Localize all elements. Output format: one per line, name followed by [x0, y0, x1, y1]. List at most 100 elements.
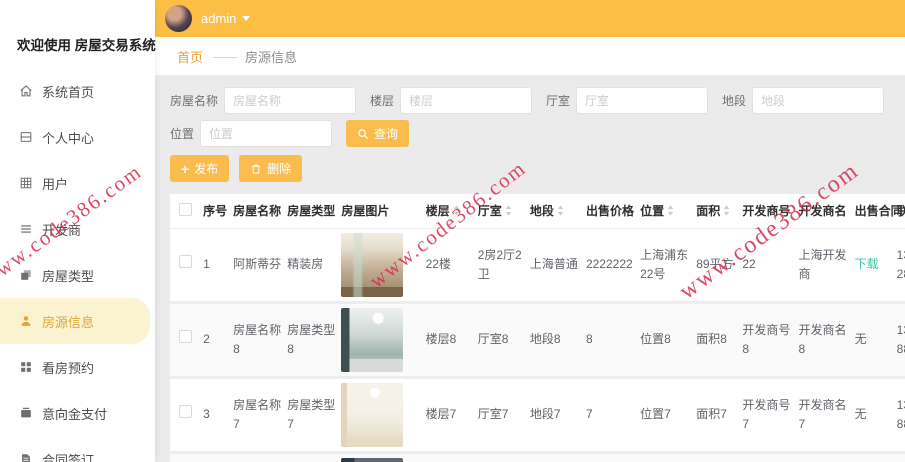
table-row: 2 房屋名称8 房屋类型8 楼层8 厅室8 地段8 8 位置8 面积8 开发商号…	[170, 302, 905, 379]
floor-input[interactable]	[400, 87, 533, 114]
payment-icon	[19, 406, 33, 420]
col-rooms[interactable]: 厅室	[474, 194, 527, 229]
col-floor[interactable]: 楼层	[422, 194, 475, 229]
house-type-icon	[19, 268, 33, 282]
chevron-down-icon	[242, 16, 251, 21]
cell-developer-name: 开发商名8	[795, 302, 852, 379]
col-district[interactable]: 地段	[526, 194, 583, 229]
col-developer-no: 开发商号	[739, 194, 796, 229]
sidebar-item-system-home[interactable]: 系统首页	[0, 68, 155, 114]
table-row: 房屋名称 房屋类型 开发商号 开发商名 13	[170, 452, 905, 462]
district-input[interactable]	[752, 87, 885, 114]
download-contract-link[interactable]: 下载	[855, 257, 879, 271]
house-photo[interactable]	[341, 232, 404, 297]
cell-district: 上海普通	[526, 228, 583, 304]
cell-rooms: 厅室7	[474, 377, 527, 454]
cell-floor	[422, 452, 475, 462]
search-button[interactable]: 查询	[346, 120, 410, 147]
app-title: 欢迎使用 房屋交易系统	[17, 38, 156, 53]
cell-price: 2222222	[582, 228, 638, 304]
row-checkbox[interactable]	[178, 255, 192, 269]
sidebar: 欢迎使用 房屋交易系统 系统首页 个人中心 用户 开发商 房屋类型 房源信息 看…	[0, 0, 156, 462]
field-floor: 楼层	[370, 87, 533, 114]
cell-developer-name: 开发商名	[795, 452, 852, 462]
cell-seq: 3	[200, 377, 231, 454]
cell-rooms: 厅室8	[474, 302, 527, 379]
cell-phone: 1388	[893, 302, 905, 379]
username: admin	[201, 11, 237, 26]
col-contract: 出售合同	[851, 194, 903, 229]
sidebar-item-label: 个人中心	[42, 130, 95, 146]
location-input[interactable]	[200, 120, 333, 147]
sidebar-item-users[interactable]: 用户	[0, 160, 155, 206]
search-form-row-1: 房屋名称 楼层 厅室 地段	[170, 87, 905, 114]
sidebar-item-label: 系统首页	[42, 84, 95, 100]
sidebar-item-developer[interactable]: 开发商	[0, 206, 155, 252]
cell-house-type: 精装房	[284, 228, 339, 304]
sidebar-item-label: 合同签订	[42, 452, 95, 462]
topbar: admin	[155, 0, 905, 37]
publish-button[interactable]: + 发布	[170, 155, 230, 182]
sidebar-item-listings[interactable]: 房源信息	[0, 298, 150, 344]
col-house-image: 房屋图片	[338, 194, 423, 229]
sort-icon[interactable]	[453, 205, 460, 216]
col-house-type: 房屋类型	[284, 194, 339, 229]
cell-rooms	[474, 452, 527, 462]
listing-person-icon	[19, 314, 33, 328]
house-photo[interactable]	[341, 382, 404, 447]
rooms-input[interactable]	[576, 87, 709, 114]
sidebar-item-label: 意向金支付	[42, 406, 108, 422]
cell-price: 8	[582, 302, 638, 379]
select-all-checkbox[interactable]	[178, 202, 192, 216]
cell-house-type: 房屋类型	[284, 452, 339, 462]
main-content: 房屋名称 楼层 厅室 地段 位置 查询 + 发布	[155, 75, 905, 462]
cell-area	[693, 452, 740, 462]
delete-button[interactable]: 删除	[239, 155, 303, 182]
cell-seq: 2	[200, 302, 231, 379]
cell-developer-name: 上海开发商	[795, 228, 852, 304]
toolbar: + 发布 删除	[170, 155, 905, 182]
sort-icon[interactable]	[723, 205, 730, 216]
cell-house-name: 房屋名称	[230, 452, 285, 462]
cell-phone: 1388	[893, 377, 905, 454]
breadcrumb-home[interactable]: 首页	[177, 47, 203, 66]
house-photo[interactable]	[341, 307, 404, 372]
cell-district	[526, 452, 583, 462]
sort-icon[interactable]	[557, 205, 564, 216]
cell-district: 地段7	[526, 377, 583, 454]
sidebar-item-label: 看房预约	[42, 360, 95, 376]
breadcrumb-current: 房源信息	[245, 49, 298, 65]
trash-icon	[252, 164, 261, 174]
col-location[interactable]: 位置	[637, 194, 694, 229]
house-photo[interactable]	[341, 457, 404, 462]
listings-table-wrap: 序号 房屋名称 房屋类型 房屋图片 楼层 厅室 地段 出售价格 位置 面积 开发…	[170, 194, 905, 462]
breadcrumb-separator: ——	[213, 48, 237, 64]
cell-seq	[200, 452, 231, 462]
cell-house-type: 房屋类型8	[284, 302, 339, 379]
sort-icon[interactable]	[667, 205, 674, 216]
sidebar-item-label: 开发商	[42, 222, 82, 238]
cell-developer-no: 22	[739, 228, 796, 304]
sidebar-item-payment[interactable]: 意向金支付	[0, 390, 155, 436]
col-house-name: 房屋名称	[230, 194, 285, 229]
sort-icon[interactable]	[505, 205, 512, 216]
cell-area: 面积7	[693, 377, 740, 454]
field-location: 位置	[170, 120, 333, 147]
sidebar-item-profile[interactable]: 个人中心	[0, 114, 155, 160]
row-checkbox[interactable]	[178, 330, 192, 344]
breadcrumb: 首页 —— 房源信息	[155, 37, 905, 75]
user-avatar[interactable]	[165, 5, 192, 32]
sidebar-item-booking[interactable]: 看房预约	[0, 344, 155, 390]
cell-price: 7	[582, 377, 638, 454]
row-checkbox[interactable]	[178, 405, 192, 419]
house-name-input[interactable]	[224, 87, 357, 114]
table-row: 3 房屋名称7 房屋类型7 楼层7 厅室7 地段7 7 位置7 面积7 开发商号…	[170, 377, 905, 454]
sidebar-item-house-type[interactable]: 房屋类型	[0, 252, 155, 298]
field-rooms: 厅室	[546, 87, 709, 114]
sidebar-item-label: 用户	[42, 176, 69, 192]
search-form-row-2: 位置 查询	[170, 120, 905, 147]
sidebar-item-contract[interactable]: 合同签订	[0, 436, 155, 462]
col-area[interactable]: 面积	[693, 194, 740, 229]
cell-price	[582, 452, 638, 462]
user-menu[interactable]: admin	[201, 11, 251, 26]
